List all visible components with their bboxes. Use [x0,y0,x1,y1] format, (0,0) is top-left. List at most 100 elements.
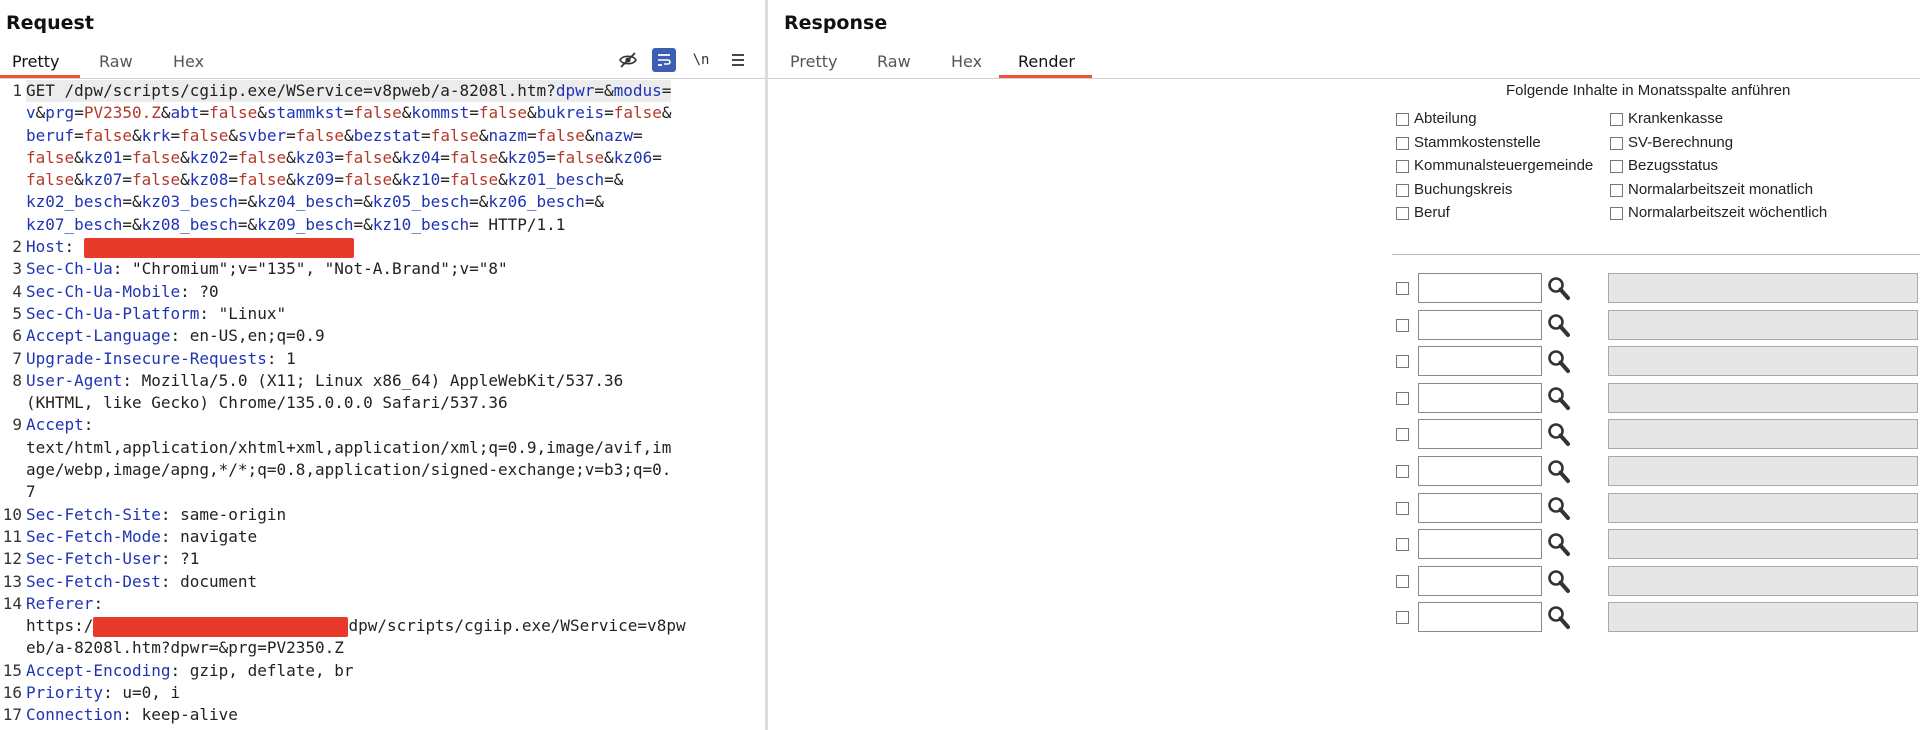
search-icon[interactable] [1546,383,1572,413]
line-number: 4 [12,281,22,301]
row-checkbox[interactable] [1396,282,1409,295]
code-text: = [527,125,537,145]
row-checkbox[interactable] [1396,355,1409,369]
line-number: 12 [2,549,22,569]
row-checkbox[interactable] [1396,391,1409,405]
search-icon[interactable] [1546,346,1572,376]
line-text: GET /dpw/scripts/cgiip.exe/WService=v8pw… [26,80,672,103]
option-label: Bezugsstatus [1628,157,1719,175]
search-icon[interactable] [1546,456,1572,486]
code-text: =& [353,192,373,212]
tab-hex[interactable]: Hex [951,52,982,71]
line-text: Sec-Fetch-Mode: navigate [26,526,257,548]
line-number: 8 [12,370,22,390]
row-input[interactable] [1418,382,1542,413]
param-key: bukreis [536,103,605,123]
code-text: & [180,170,190,190]
option-label: Abteilung [1414,110,1477,127]
option-checkbox[interactable] [1396,183,1409,197]
code-text: =& [594,81,614,100]
search-icon[interactable] [1546,419,1572,449]
option-checkbox[interactable] [1610,183,1623,197]
option-checkbox[interactable] [1396,136,1409,150]
search-icon[interactable] [1546,529,1572,559]
code-text: = [122,147,132,167]
search-icon[interactable] [1546,273,1572,303]
tab-raw[interactable]: Raw [877,52,911,71]
row-checkbox[interactable] [1396,465,1409,478]
param-key: abt [170,103,200,123]
wrap-lines-icon[interactable] [652,48,676,72]
row-checkbox[interactable] [1396,318,1409,332]
request-editor[interactable]: 1 GET /dpw/scripts/cgiip.exe/WService=v8p… [0,80,765,727]
line-number [0,169,26,191]
redaction-block [93,616,349,637]
tab-hex[interactable]: Hex [173,52,204,71]
code-text: = [334,170,344,190]
param-key: Priority [26,683,104,703]
row-input[interactable] [1418,602,1542,633]
row-input[interactable] [1418,273,1542,303]
search-icon[interactable] [1546,493,1572,523]
row-input[interactable] [1418,492,1542,523]
code-text: dpw/scripts/cgiip.exe/WService=v8pw [348,616,686,636]
row-checkbox[interactable] [1396,574,1409,588]
row-display-field [1608,565,1918,596]
row-input[interactable] [1418,529,1542,560]
search-icon[interactable] [1546,602,1572,632]
param-key: nazw [594,125,634,145]
line-text: Accept-Language: en-US,en;q=0.9 [26,325,325,347]
param-key: Sec-Ch-Ua-Mobile [26,281,181,301]
option-label: Normalarbeitszeit monatlich [1628,180,1814,198]
option-checkbox[interactable] [1610,113,1623,126]
code-line: 15 Accept-Encoding: gzip, deflate, br [0,660,765,682]
row-checkbox[interactable] [1396,501,1409,515]
search-icon[interactable] [1546,310,1572,340]
search-icon[interactable] [1546,566,1572,596]
option-checkbox[interactable] [1396,207,1409,221]
line-text: Sec-Ch-Ua-Platform: "Linux" [26,303,286,325]
tab-render[interactable]: Render [1018,52,1075,71]
tab-pretty[interactable]: Pretty [12,52,59,71]
line-text: Accept-Encoding: gzip, deflate, br [26,660,354,682]
row-checkbox[interactable] [1396,538,1409,552]
param-value: false [343,147,393,167]
row-input[interactable] [1418,419,1542,450]
code-text: : [93,593,104,613]
code-text: = [604,103,614,123]
code-text: : ?1 [160,549,200,569]
tab-raw[interactable]: Raw [99,52,133,71]
row-display-field [1608,382,1918,413]
row-input[interactable] [1418,456,1542,486]
eye-off-icon[interactable] [616,48,640,72]
option-checkbox[interactable] [1396,160,1409,174]
line-text: Sec-Ch-Ua-Mobile: ?0 [26,281,219,303]
line-text: false&kz01=false&kz02=false&kz03=false&k… [26,147,662,169]
param-key: stammkst [266,103,344,123]
option-checkbox[interactable] [1610,207,1623,221]
tab-pretty[interactable]: Pretty [790,52,837,71]
code-text: : 1 [266,348,296,368]
row-input[interactable] [1418,309,1542,340]
line-number: 5 [12,303,22,323]
row-checkbox[interactable] [1396,611,1409,625]
param-value: false [131,147,181,167]
option-checkbox[interactable] [1396,113,1409,126]
code-line: 2 Host: [0,236,765,258]
code-line: 12 Sec-Fetch-User: ?1 [0,548,765,570]
option-label: Kommunalsteuergemeinde [1414,157,1594,175]
line-text: User-Agent: Mozilla/5.0 (X11; Linux x86_… [26,370,623,392]
newline-icon[interactable]: \n [689,48,713,72]
code-text: & [392,170,402,190]
option-checkbox[interactable] [1610,136,1623,150]
row-input[interactable] [1418,565,1542,596]
menu-icon[interactable] [726,48,750,72]
code-line: 4 Sec-Ch-Ua-Mobile: ?0 [0,281,765,303]
row-input[interactable] [1418,346,1542,377]
param-value: false [83,125,132,145]
option-checkbox[interactable] [1610,160,1623,174]
code-line: v&prg=PV2350.Z&abt=false&stammkst=false&… [0,102,765,124]
line-text: beruf=false&krk=false&svber=false&bezsta… [26,125,643,147]
line-number [0,615,26,637]
row-checkbox[interactable] [1396,428,1409,442]
